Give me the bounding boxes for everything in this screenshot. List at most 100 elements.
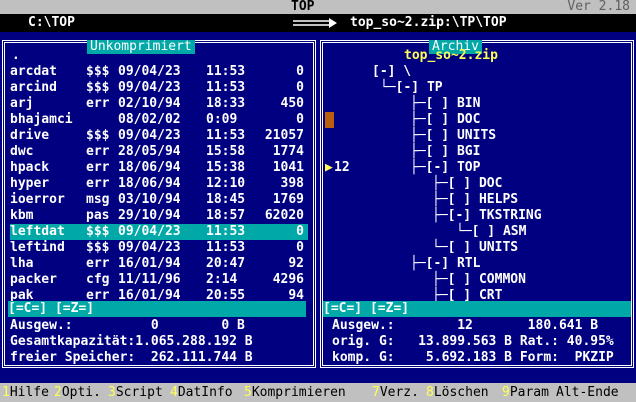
key-number: 7 xyxy=(372,385,380,400)
file-row[interactable]: leftind $$$ 09/04/23 11:53 0 xyxy=(10,240,308,256)
file-name: leftdat xyxy=(10,224,65,239)
file-row[interactable]: drive $$$ 09/04/23 11:53 21057 xyxy=(10,128,308,144)
file-date: 09/04/23 xyxy=(118,80,181,95)
file-size: 0 xyxy=(296,224,304,239)
file-size: 21057 xyxy=(264,128,304,143)
file-time: 15:58 xyxy=(206,144,246,159)
file-time: 18:45 xyxy=(206,192,246,207)
tree-node-root[interactable]: [-] \ xyxy=(372,64,411,80)
file-date: 28/05/94 xyxy=(118,144,181,159)
pointer-triangle-icon: ▶ xyxy=(325,160,333,175)
tree-node-bin[interactable]: ├─[ ] BIN xyxy=(410,96,480,112)
file-name: packer xyxy=(10,272,57,287)
file-date: 09/04/23 xyxy=(118,240,181,255)
file-time: 11:53 xyxy=(206,64,246,79)
tree-node-top-units[interactable]: └─[ ] UNITS xyxy=(432,240,518,256)
file-row[interactable]: packer cfg 11/11/96 2:14 4296 xyxy=(10,272,308,288)
tree-node-doc[interactable]: ├─[ ] DOC xyxy=(410,112,480,128)
file-row[interactable]: hpack err 18/06/94 15:38 1041 xyxy=(10,160,308,176)
parent-dir-row[interactable]: . xyxy=(12,48,310,64)
file-row[interactable]: arcind $$$ 09/04/23 11:53 0 xyxy=(10,80,308,96)
function-key[interactable]: 3Script xyxy=(108,384,163,401)
file-name: arcdat xyxy=(10,64,57,79)
file-size: 0 xyxy=(296,112,304,127)
file-ext: $$$ xyxy=(86,80,110,95)
tree-node-helps[interactable]: ├─[ ] HELPS xyxy=(432,192,518,208)
key-label: Verz. xyxy=(379,385,419,400)
file-ext: err xyxy=(86,96,110,111)
key-label: Hilfe xyxy=(9,385,49,400)
file-time: 15:38 xyxy=(206,160,246,175)
tree-count: 12 xyxy=(334,160,350,175)
tree-node-tp[interactable]: └─[-] TP xyxy=(380,80,443,96)
file-date: 09/04/23 xyxy=(118,128,181,143)
file-name: lha xyxy=(10,256,34,271)
file-size: 450 xyxy=(280,96,304,111)
file-name: arj xyxy=(10,96,34,111)
file-date: 11/11/96 xyxy=(118,272,181,287)
file-name: drive xyxy=(10,128,50,143)
file-row[interactable]: kbm pas 29/10/94 18:57 62020 xyxy=(10,208,308,224)
function-key[interactable]: 2Opti. xyxy=(54,384,101,401)
app-title: TOP xyxy=(291,0,315,14)
file-ext: err xyxy=(86,256,110,271)
left-stat-free: freier Speicher: 262.111.744 B xyxy=(10,350,253,365)
tree-node-tkstring[interactable]: ├─[-] TKSTRING xyxy=(432,208,542,224)
file-date: 08/02/02 xyxy=(118,112,181,127)
file-row[interactable]: ioerror msg 03/10/94 18:45 1769 xyxy=(10,192,308,208)
file-size: 62020 xyxy=(264,208,304,223)
file-date: 02/10/94 xyxy=(118,96,181,111)
file-size: 398 xyxy=(280,176,304,191)
file-name: arcind xyxy=(10,80,57,95)
file-ext: $$$ xyxy=(86,128,110,143)
file-ext: msg xyxy=(86,192,110,207)
tag-marker xyxy=(325,112,334,128)
title-bar xyxy=(0,0,636,14)
file-name: hyper xyxy=(10,176,50,191)
tree-node-units[interactable]: ├─[ ] UNITS xyxy=(410,128,496,144)
function-key[interactable]: 7Verz. xyxy=(372,384,419,401)
left-filter[interactable]: [=C=] [=Z=] xyxy=(8,301,306,317)
file-row[interactable]: bhajamci 08/02/02 0:09 0 xyxy=(10,112,308,128)
right-filter[interactable]: [=C=] [=Z=] xyxy=(323,301,631,317)
file-time: 0:09 xyxy=(206,112,238,127)
tree-node-asm[interactable]: └─[ ] ASM xyxy=(456,224,526,240)
file-time: 11:53 xyxy=(206,80,246,95)
key-label: Opti. xyxy=(61,385,101,400)
file-size: 1769 xyxy=(272,192,304,207)
file-row[interactable]: dwc err 28/05/94 15:58 1774 xyxy=(10,144,308,160)
file-row[interactable]: arj err 02/10/94 18:33 450 xyxy=(10,96,308,112)
file-size: 4296 xyxy=(272,272,304,287)
function-key[interactable]: 8Löschen xyxy=(426,384,489,401)
right-path: top_so~2.zip:\TP\TOP xyxy=(350,15,507,30)
file-row[interactable]: lha err 16/01/94 20:47 92 xyxy=(10,256,308,272)
tree-node-rtl[interactable]: ├─[-] RTL xyxy=(410,256,480,272)
tree-node-bgi[interactable]: ├─[ ] BGI xyxy=(410,144,480,160)
file-ext: pas xyxy=(86,208,110,223)
key-label: Löschen xyxy=(433,385,489,400)
file-time: 2:14 xyxy=(206,272,238,287)
file-row[interactable]: hyper err 18/06/94 12:10 398 xyxy=(10,176,308,192)
left-path: C:\TOP xyxy=(28,15,75,30)
tree-node-common[interactable]: ├─[ ] COMMON xyxy=(432,272,526,288)
file-ext: err xyxy=(86,176,110,191)
file-date: 09/04/23 xyxy=(118,224,181,239)
key-number: 5 xyxy=(244,385,252,400)
function-key[interactable]: 9Param xyxy=(502,384,549,401)
file-date: 18/06/94 xyxy=(118,176,181,191)
file-time: 18:57 xyxy=(206,208,246,223)
function-key[interactable]: 1Hilfe xyxy=(2,384,49,401)
key-label: Alt-Ende xyxy=(556,385,619,400)
function-key[interactable]: 4DatInfo xyxy=(170,384,233,401)
file-name: ioerror xyxy=(10,192,65,207)
file-ext: $$$ xyxy=(86,240,110,255)
function-key[interactable]: Alt-Ende xyxy=(556,384,619,401)
version-label: Ver 2.18 xyxy=(567,0,630,14)
tree-node-top-doc[interactable]: ├─[ ] DOC xyxy=(432,176,502,192)
tree-node-top[interactable]: ├─[-] TOP xyxy=(410,160,480,176)
file-row[interactable]: arcdat $$$ 09/04/23 11:53 0 xyxy=(10,64,308,80)
file-date: 16/01/94 xyxy=(118,256,181,271)
file-row[interactable]: leftdat $$$ 09/04/23 11:53 0 xyxy=(10,224,308,240)
file-size: 1041 xyxy=(272,160,304,175)
function-key[interactable]: 5Komprimieren xyxy=(244,384,346,401)
